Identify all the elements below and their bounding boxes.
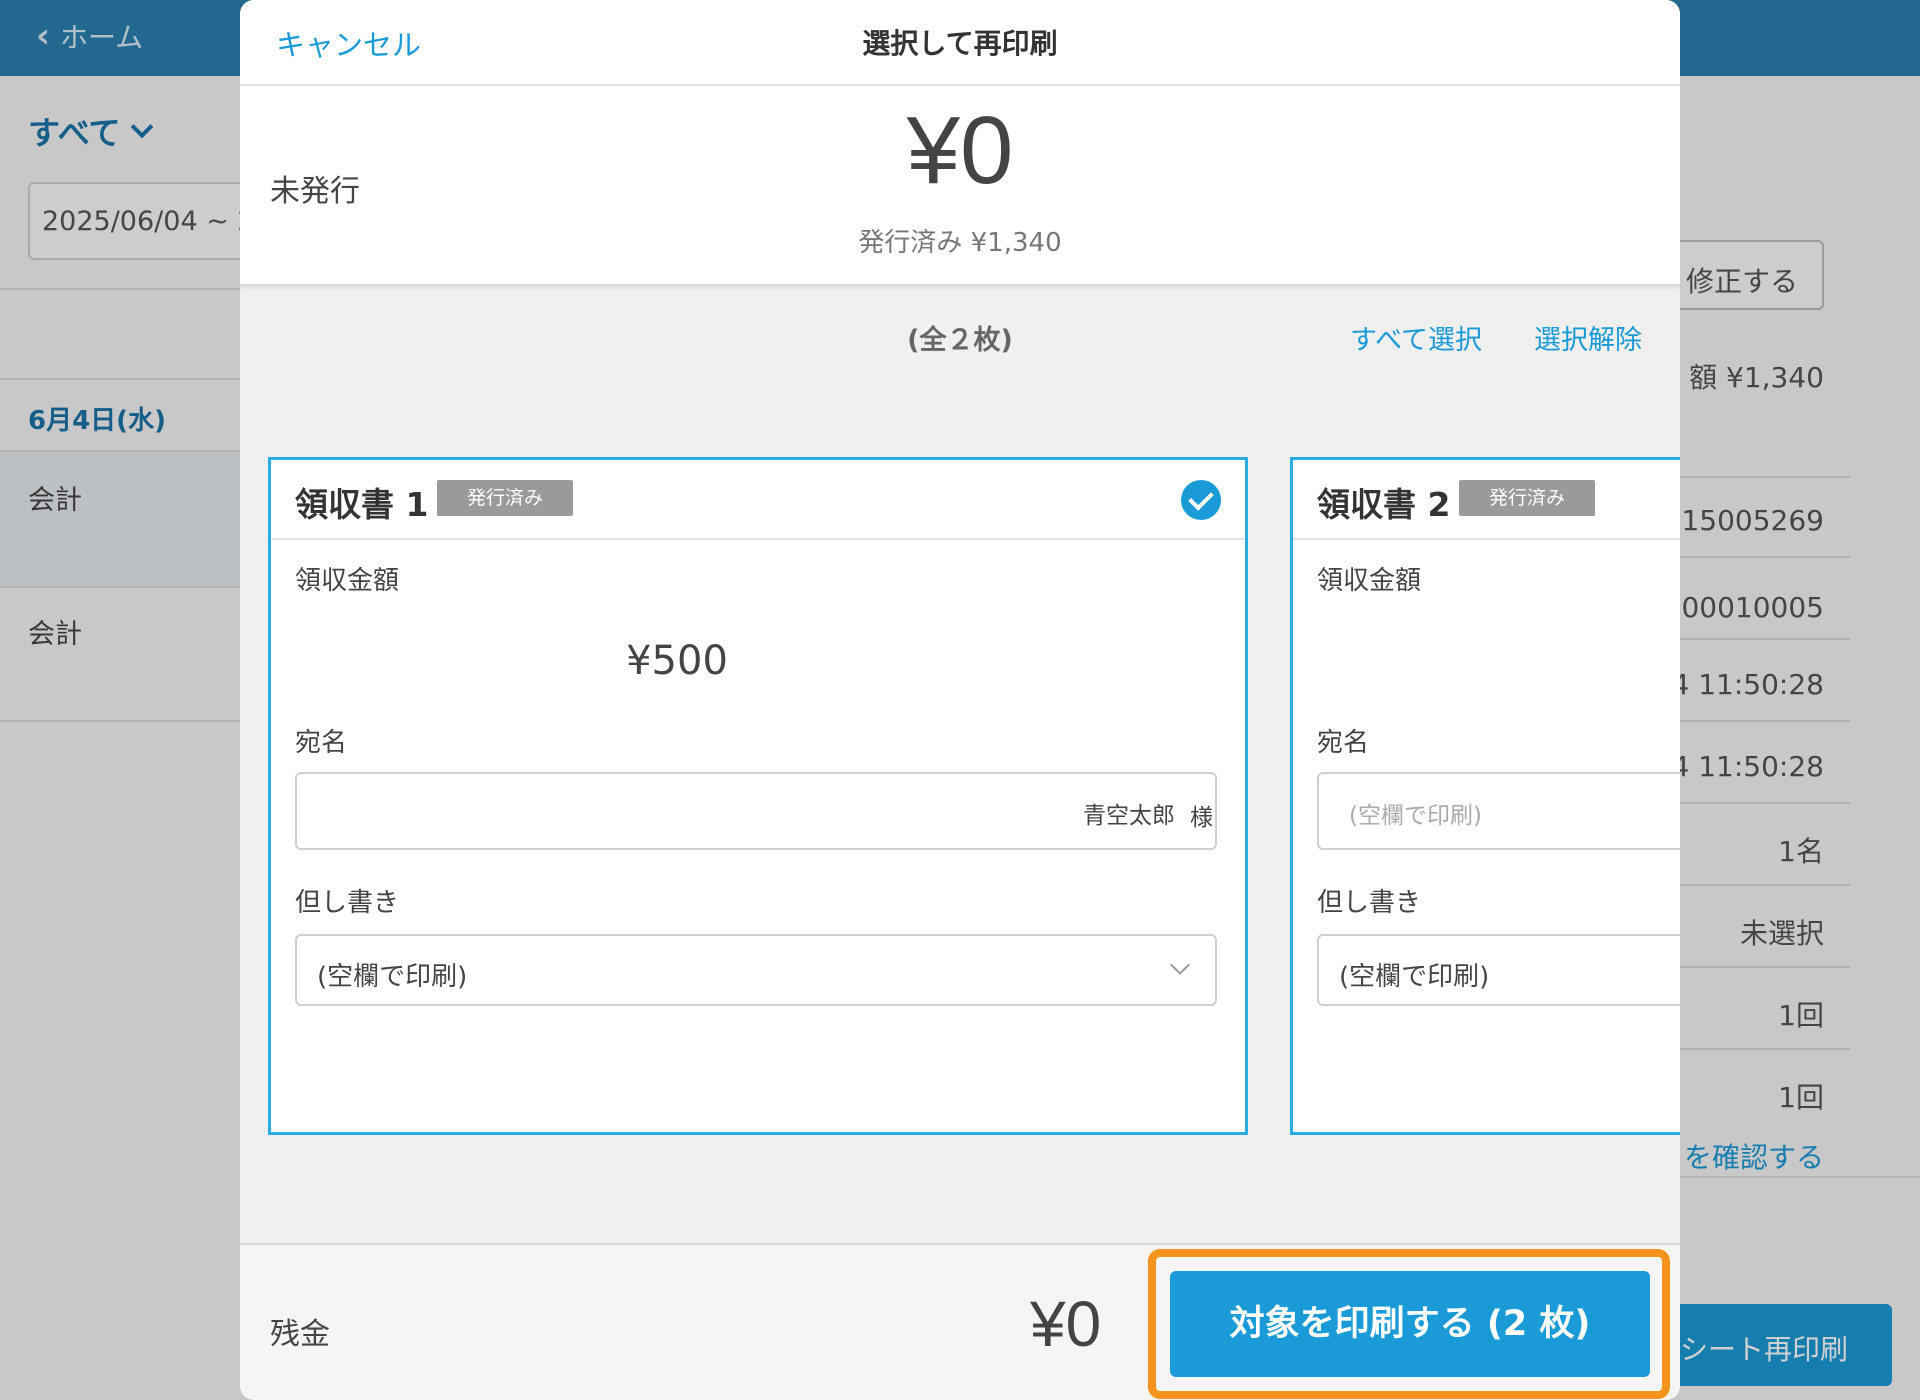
modal-footer: 残金 ¥0 対象を印刷する (2 枚) — [240, 1243, 1680, 1400]
select-all-button[interactable]: すべて選択 — [1350, 318, 1482, 357]
name-label: 宛名 — [295, 728, 348, 758]
summary-panel: 未発行 ¥0 発行済み ¥1,340 — [240, 86, 1680, 284]
name-label: 宛名 — [1317, 728, 1370, 758]
amount-label: 領収金額 — [295, 566, 400, 596]
remaining-value: ¥0 — [1030, 1288, 1102, 1360]
remaining-label: 残金 — [270, 1317, 330, 1352]
receipt-title: 領収書 1 — [295, 485, 429, 524]
status-badge: 発行済み — [437, 480, 573, 516]
recipient-name-placeholder: (空欄で印刷) — [1349, 803, 1482, 829]
honorific-suffix: 様 — [1190, 805, 1213, 831]
receipt-card-header: 領収書 1 発行済み — [271, 460, 1245, 540]
note-select-value: (空欄で印刷) — [1339, 962, 1490, 992]
note-label: 但し書き — [295, 888, 400, 918]
receipt-card[interactable]: 領収書 1 発行済み 領収金額 ¥500 宛名 青空太郎 様 但し書き (空欄で… — [268, 457, 1248, 1135]
note-select[interactable]: (空欄で印刷) — [1317, 934, 1680, 1006]
note-select-value: (空欄で印刷) — [317, 962, 468, 992]
print-selected-button[interactable]: 対象を印刷する (2 枚) — [1170, 1271, 1650, 1377]
recipient-name-value: 青空太郎 — [1083, 803, 1175, 829]
reprint-modal: キャンセル 選択して再印刷 未発行 ¥0 発行済み ¥1,340 (全２枚) す… — [240, 0, 1680, 1400]
issued-amount: 発行済み ¥1,340 — [858, 228, 1062, 258]
receipt-amount: ¥500 — [626, 638, 728, 684]
chevron-down-icon — [1170, 955, 1190, 975]
amount-label: 領収金額 — [1317, 566, 1422, 596]
recipient-name-field[interactable]: 青空太郎 様 — [295, 772, 1217, 850]
note-select[interactable]: (空欄で印刷) — [295, 934, 1217, 1006]
check-circle-icon[interactable] — [1181, 480, 1221, 520]
recipient-name-field[interactable]: (空欄で印刷) — [1317, 772, 1680, 850]
receipt-title: 領収書 2 — [1317, 485, 1451, 524]
status-badge: 発行済み — [1459, 480, 1595, 516]
note-label: 但し書き — [1317, 888, 1422, 918]
receipt-card[interactable]: 領収書 2 発行済み 領収金額 ¥8 宛名 (空欄で印刷) 但し書き (空欄で印… — [1290, 457, 1680, 1135]
modal-header: キャンセル 選択して再印刷 — [240, 0, 1680, 86]
deselect-button[interactable]: 選択解除 — [1534, 318, 1642, 357]
unissued-amount: ¥0 — [906, 97, 1014, 204]
modal-title: 選択して再印刷 — [862, 27, 1058, 60]
receipt-card-header: 領収書 2 発行済み — [1293, 460, 1680, 540]
